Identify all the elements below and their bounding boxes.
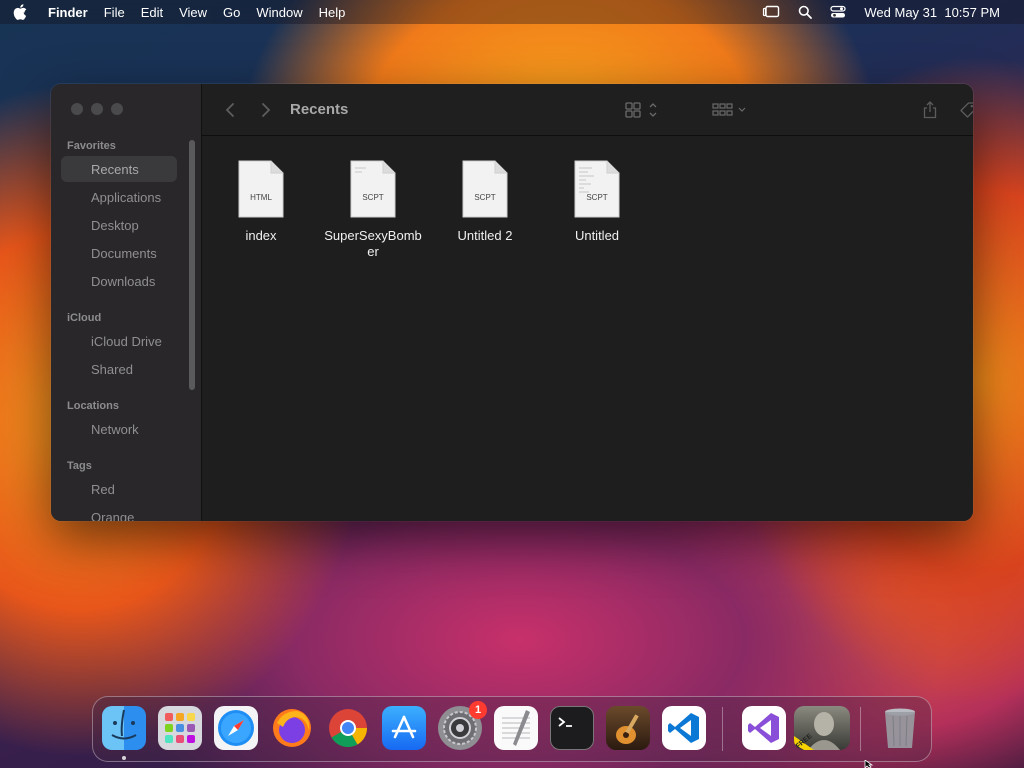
forward-button[interactable]	[256, 84, 276, 136]
group-grid-icon	[712, 103, 746, 116]
script-document-icon	[462, 160, 508, 218]
menu-bar: Finder File Edit View Go Window Help Wed…	[0, 0, 1024, 24]
finder-sidebar: Favorites Recents Applications Desktop D…	[51, 84, 202, 521]
menu-help[interactable]: Help	[311, 5, 354, 20]
chevron-left-icon	[225, 103, 234, 117]
share-icon	[923, 101, 937, 119]
menu-edit[interactable]: Edit	[133, 5, 171, 20]
network-icon	[69, 422, 85, 436]
trash-icon[interactable]	[878, 706, 922, 750]
close-window-button[interactable]	[71, 103, 83, 115]
textedit-icon[interactable]	[494, 706, 538, 750]
sidebar-item-tag-orange[interactable]: Orange	[61, 504, 177, 522]
cloud-icon	[69, 334, 85, 348]
garageband-icon[interactable]	[606, 706, 650, 750]
launchpad-icon[interactable]	[158, 706, 202, 750]
menu-window[interactable]: Window	[248, 5, 310, 20]
sidebar-item-recents[interactable]: Recents	[61, 156, 177, 182]
free-app-icon[interactable]: FREE	[794, 706, 850, 750]
desktop-icon	[69, 218, 85, 232]
file-type-label: SCPT	[474, 193, 496, 202]
file-type-label: SCPT	[362, 193, 384, 202]
window-controls	[71, 103, 123, 115]
file-area: HTML index SCPT SuperSexyBomber SCPT Unt…	[202, 136, 973, 521]
sidebar-item-applications[interactable]: Applications	[61, 184, 177, 210]
running-indicator	[122, 756, 126, 760]
document-icon	[69, 246, 85, 260]
finder-toolbar: Recents	[202, 84, 973, 136]
sidebar-header-icloud: iCloud	[67, 312, 102, 324]
sidebar-item-shared[interactable]: Shared	[61, 356, 177, 382]
notification-badge: 1	[469, 701, 487, 719]
shared-folder-icon	[69, 362, 85, 376]
file-item-supersexybomber[interactable]: SCPT SuperSexyBomber	[318, 160, 428, 260]
sidebar-item-network[interactable]: Network	[61, 416, 177, 442]
finder-window: Favorites Recents Applications Desktop D…	[51, 84, 973, 521]
safari-icon[interactable]	[214, 706, 258, 750]
menu-view[interactable]: View	[171, 5, 215, 20]
control-center-icon[interactable]	[824, 5, 852, 19]
sidebar-item-documents[interactable]: Documents	[61, 240, 177, 266]
mouse-cursor-icon	[864, 760, 874, 768]
downloads-icon	[69, 274, 85, 288]
file-name: index	[245, 228, 277, 243]
file-item-untitled-2[interactable]: SCPT Untitled 2	[430, 160, 540, 244]
sidebar-scrollbar[interactable]	[189, 140, 195, 390]
zoom-window-button[interactable]	[111, 103, 123, 115]
sidebar-header-tags: Tags	[67, 460, 92, 472]
share-button[interactable]	[918, 84, 942, 136]
tag-button[interactable]	[956, 84, 973, 136]
dock-separator	[860, 707, 861, 751]
firefox-icon[interactable]	[270, 706, 314, 750]
icon-grid-icon	[625, 102, 657, 118]
file-item-index[interactable]: HTML index	[206, 160, 316, 244]
chrome-icon[interactable]	[326, 706, 370, 750]
sidebar-item-downloads[interactable]: Downloads	[61, 268, 177, 294]
tag-dot-icon	[69, 482, 85, 496]
file-name: Untitled 2	[457, 228, 513, 243]
script-document-icon	[350, 160, 396, 218]
sidebar-header-locations: Locations	[67, 400, 119, 412]
dock-separator	[722, 707, 723, 751]
menu-clock[interactable]: Wed May 31 10:57 PM	[858, 5, 1006, 20]
file-item-untitled[interactable]: SCPT Untitled	[542, 160, 652, 244]
stage-manager-icon[interactable]	[756, 5, 786, 19]
dock: 1 FREE	[92, 696, 932, 762]
sidebar-item-icloud-drive[interactable]: iCloud Drive	[61, 328, 177, 354]
applications-icon	[69, 190, 85, 204]
back-button[interactable]	[220, 84, 240, 136]
file-type-label: SCPT	[586, 193, 608, 202]
sidebar-item-tag-red[interactable]: Red	[61, 476, 177, 502]
spotlight-search-icon[interactable]	[792, 5, 818, 19]
script-document-icon	[574, 160, 620, 218]
clock-icon	[69, 162, 85, 176]
visual-studio-icon[interactable]	[742, 706, 786, 750]
file-name: SuperSexyBomber	[324, 228, 422, 259]
sidebar-header-favorites: Favorites	[67, 140, 116, 152]
app-store-icon[interactable]	[382, 706, 426, 750]
group-by-button[interactable]	[710, 84, 750, 136]
html-document-icon	[238, 160, 284, 218]
window-title: Recents	[290, 101, 349, 118]
minimize-window-button[interactable]	[91, 103, 103, 115]
terminal-icon[interactable]	[550, 706, 594, 750]
chevron-right-icon	[262, 103, 271, 117]
menu-go[interactable]: Go	[215, 5, 248, 20]
tag-icon	[960, 102, 973, 118]
sidebar-item-desktop[interactable]: Desktop	[61, 212, 177, 238]
tag-dot-icon	[69, 510, 85, 521]
vscode-icon[interactable]	[662, 706, 706, 750]
menu-app-name[interactable]: Finder	[40, 5, 96, 20]
apple-menu-icon[interactable]	[0, 4, 40, 20]
file-type-label: HTML	[250, 193, 272, 202]
file-name: Untitled	[574, 228, 620, 243]
view-mode-button[interactable]	[622, 84, 662, 136]
finder-main: Recents HTML index SCPT SuperSexyBomber …	[202, 84, 973, 521]
finder-icon[interactable]	[102, 706, 146, 750]
menu-file[interactable]: File	[96, 5, 133, 20]
